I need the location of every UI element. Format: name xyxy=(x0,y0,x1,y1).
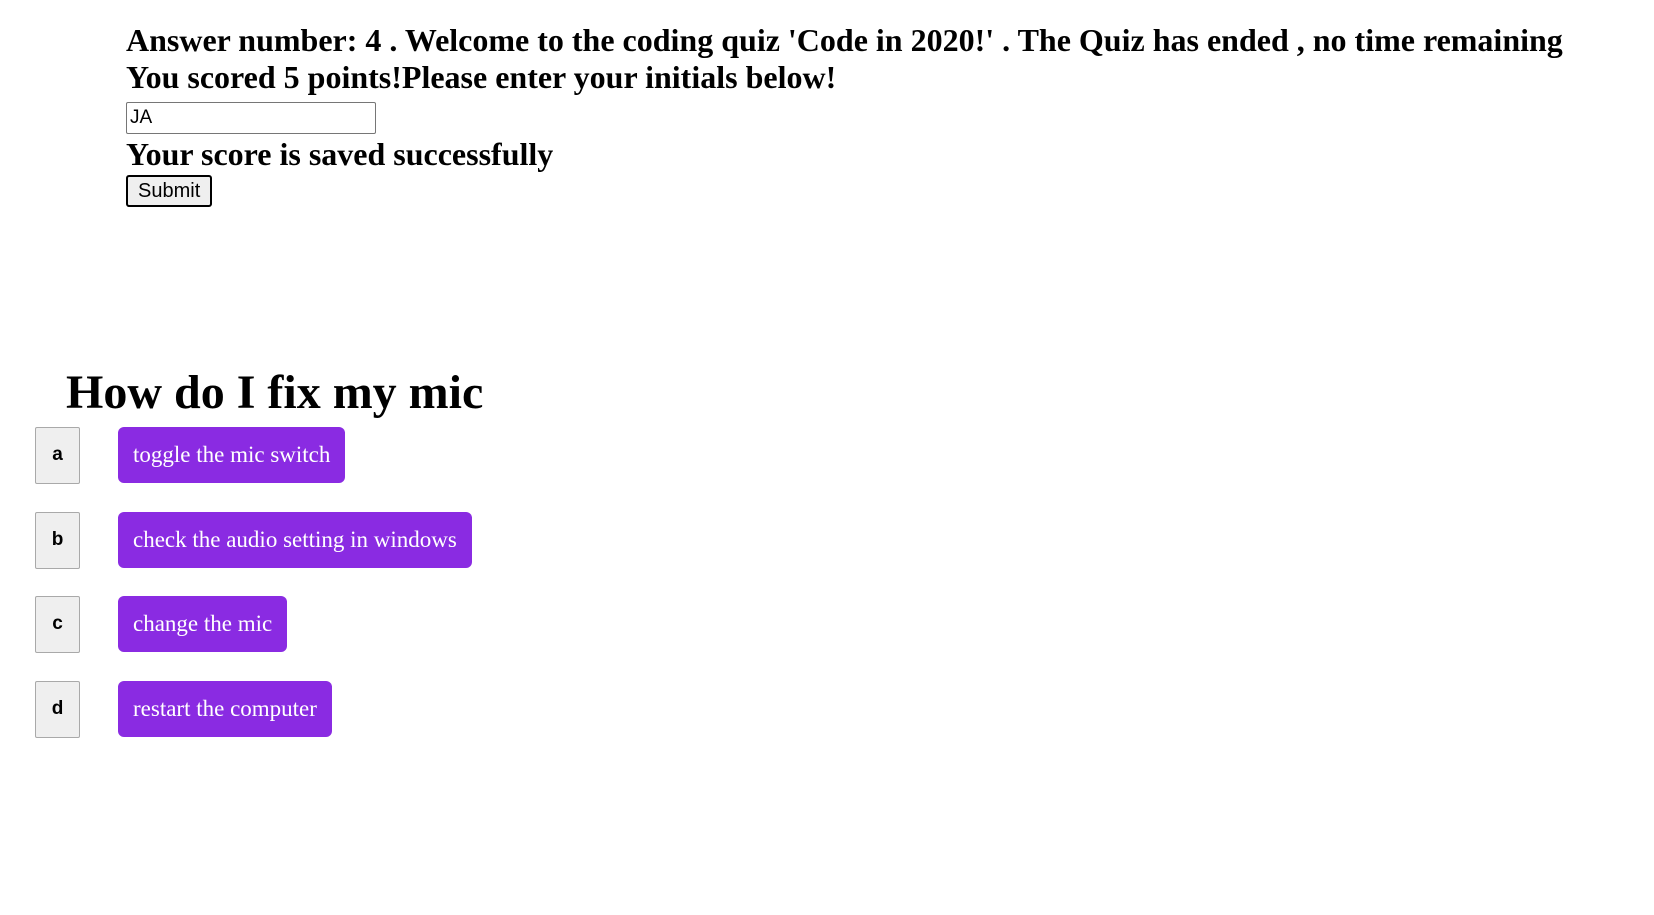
score-prompt-line: You scored 5 points!Please enter your in… xyxy=(126,59,837,95)
answer-row-a: a toggle the mic switch xyxy=(35,426,346,484)
score-saved-message: Your score is saved successfully xyxy=(126,136,554,172)
answer-row-d: d restart the computer xyxy=(35,680,332,738)
answer-button-a[interactable]: toggle the mic switch xyxy=(118,427,346,483)
answer-letter-b: b xyxy=(35,511,80,569)
answer-letter-a: a xyxy=(35,426,80,484)
answer-row-b: b check the audio setting in windows xyxy=(35,511,472,569)
initials-input[interactable] xyxy=(126,102,376,134)
answer-button-d[interactable]: restart the computer xyxy=(118,681,332,737)
quiz-status-panel: Answer number: 4 . Welcome to the coding… xyxy=(126,22,1646,207)
answer-row-c: c change the mic xyxy=(35,595,288,653)
answer-letter-d: d xyxy=(35,680,80,738)
submit-button[interactable]: Submit xyxy=(126,175,213,207)
answer-button-c[interactable]: change the mic xyxy=(118,596,288,652)
answer-letter-c: c xyxy=(35,595,80,653)
quiz-status-line: Answer number: 4 . Welcome to the coding… xyxy=(126,22,1563,58)
question-title: How do I fix my mic xyxy=(66,366,484,419)
answer-button-b[interactable]: check the audio setting in windows xyxy=(118,512,472,568)
